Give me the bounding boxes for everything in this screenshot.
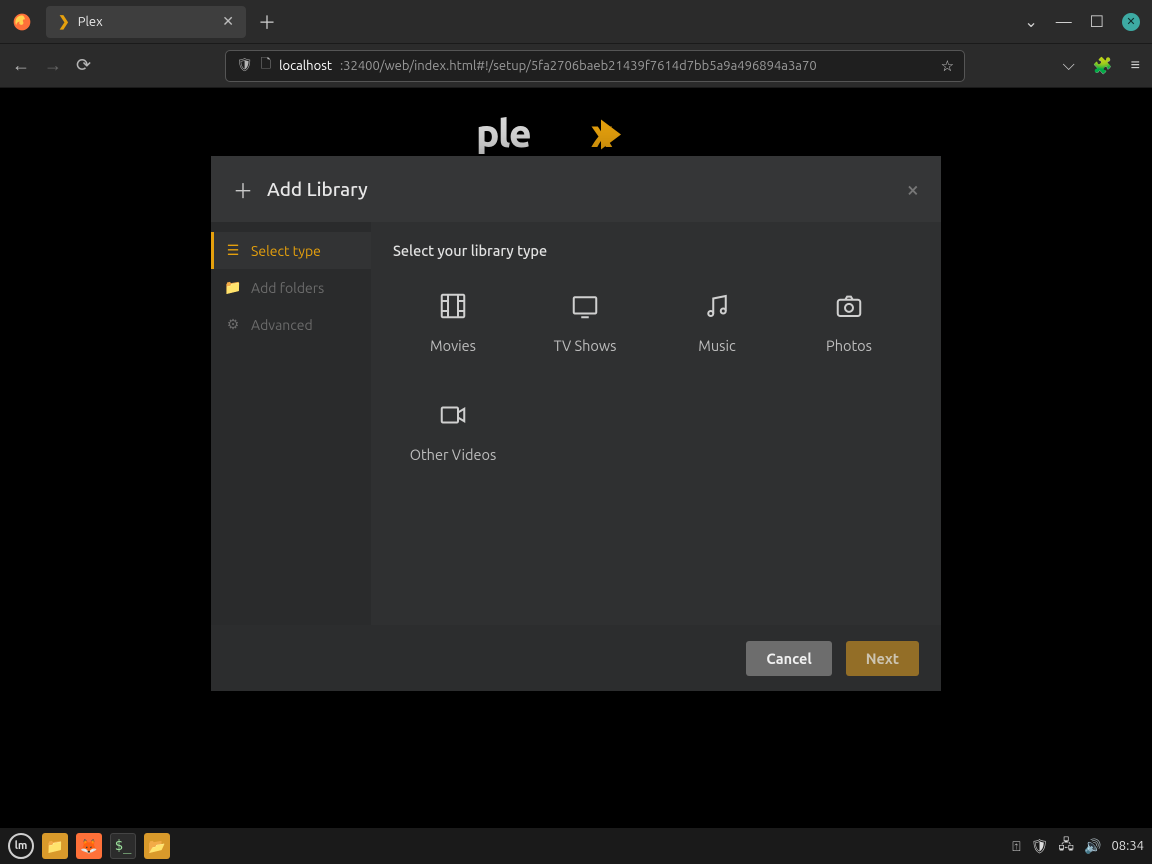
url-host: localhost [279, 59, 332, 73]
pocket-icon[interactable]: ⌵ [1063, 56, 1075, 75]
library-type-other-videos[interactable]: Other Videos [393, 394, 513, 469]
taskbar-firefox-icon[interactable]: 🦊 [76, 833, 102, 859]
next-button[interactable]: Next [846, 641, 919, 676]
gear-icon: ⚙ [225, 316, 241, 333]
reload-button[interactable]: ⟳ [76, 55, 91, 76]
chevron-down-icon[interactable]: ⌄ [1024, 12, 1037, 31]
window-close-button[interactable]: ✕ [1122, 13, 1140, 31]
tray-clock[interactable]: 08:34 [1111, 839, 1144, 853]
cancel-button[interactable]: Cancel [746, 641, 831, 676]
step-select-type[interactable]: ☰ Select type [211, 232, 371, 269]
new-tab-button[interactable]: ＋ [258, 9, 276, 35]
browser-tab[interactable]: ❯ Plex ✕ [46, 6, 246, 38]
step-advanced[interactable]: ⚙ Advanced [211, 306, 371, 343]
library-type-tv-shows[interactable]: TV Shows [525, 285, 645, 360]
svg-text:ple: ple [476, 112, 531, 155]
library-type-photos[interactable]: Photos [789, 285, 909, 360]
close-tab-icon[interactable]: ✕ [222, 13, 234, 30]
type-label: Other Videos [410, 446, 497, 463]
maximize-icon[interactable]: ☐ [1090, 12, 1104, 31]
step-label: Advanced [251, 317, 313, 333]
url-path: :32400/web/index.html#!/setup/5fa2706bae… [340, 59, 817, 73]
step-label: Add folders [251, 280, 324, 296]
page-viewport: plex ＋ Add Library × ☰ Select type 📁 Add… [0, 88, 1152, 828]
system-tray: ⍐ 🛡 🖧 🔊 08:34 [1012, 834, 1144, 858]
film-icon [438, 291, 468, 321]
plus-icon: ＋ [233, 175, 253, 204]
back-button[interactable]: ← [12, 55, 30, 76]
tray-volume-icon[interactable]: 🔊 [1084, 838, 1101, 855]
step-label: Select type [251, 243, 321, 259]
hamburger-icon[interactable]: ≡ [1131, 56, 1140, 75]
shield-icon: 🛡 [236, 58, 253, 73]
start-menu-button[interactable]: lm [8, 833, 34, 859]
list-icon: ☰ [225, 242, 241, 259]
taskbar-terminal-icon[interactable]: $_ [110, 833, 136, 859]
library-type-movies[interactable]: Movies [393, 285, 513, 360]
folder-icon: 📁 [225, 279, 241, 296]
tray-updates-icon[interactable]: ⍐ [1012, 838, 1020, 855]
bookmark-star-icon[interactable]: ☆ [941, 57, 954, 75]
camera-icon [834, 291, 864, 321]
taskbar-files-icon[interactable]: 📁 [42, 833, 68, 859]
tray-security-icon[interactable]: 🛡 [1031, 838, 1049, 855]
add-library-modal: ＋ Add Library × ☰ Select type 📁 Add fold… [211, 156, 941, 691]
tray-network-icon[interactable]: 🖧 [1058, 834, 1074, 858]
modal-title: Add Library [267, 178, 368, 200]
type-label: Music [698, 337, 735, 354]
firefox-icon [0, 12, 44, 32]
extensions-icon[interactable]: 🧩 [1093, 56, 1113, 75]
video-icon [438, 400, 468, 430]
step-add-folders[interactable]: 📁 Add folders [211, 269, 371, 306]
minimize-icon[interactable]: — [1056, 13, 1072, 31]
window-titlebar: ❯ Plex ✕ ＋ ⌄ — ☐ ✕ [0, 0, 1152, 44]
library-type-music[interactable]: Music [657, 285, 777, 360]
plex-favicon-icon: ❯ [58, 13, 70, 30]
plex-logo: plex [0, 88, 1152, 161]
tv-icon [570, 291, 600, 321]
modal-header: ＋ Add Library × [211, 156, 941, 222]
lock-icon: 🗋 [261, 55, 271, 77]
modal-step-sidebar: ☰ Select type 📁 Add folders ⚙ Advanced [211, 222, 371, 625]
modal-footer: Cancel Next [211, 625, 941, 691]
tab-title: Plex [78, 15, 103, 29]
forward-button[interactable]: → [44, 55, 62, 76]
taskbar-folder-open-icon[interactable]: 📂 [144, 833, 170, 859]
type-label: TV Shows [554, 337, 617, 354]
browser-toolbar: ← → ⟳ 🛡 🗋 localhost :32400/web/index.html… [0, 44, 1152, 88]
type-label: Movies [430, 337, 476, 354]
url-bar[interactable]: 🛡 🗋 localhost :32400/web/index.html#!/set… [225, 50, 965, 82]
type-label: Photos [826, 337, 872, 354]
section-heading: Select your library type [393, 242, 919, 259]
desktop-taskbar: lm 📁 🦊 $_ 📂 ⍐ 🛡 🖧 🔊 08:34 [0, 828, 1152, 864]
modal-main: Select your library type Movies TV Shows… [371, 222, 941, 625]
modal-close-button[interactable]: × [907, 177, 919, 202]
music-icon [702, 291, 732, 321]
